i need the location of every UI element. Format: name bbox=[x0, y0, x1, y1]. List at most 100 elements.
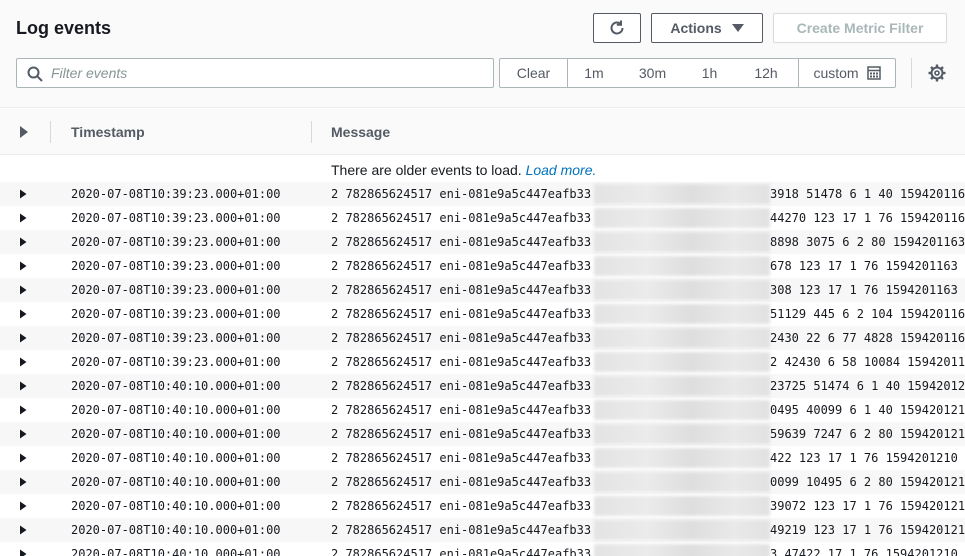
table-row[interactable]: 2020-07-08T10:39:23.000+01:00 2 782865624… bbox=[0, 302, 965, 326]
filter-events-search[interactable] bbox=[16, 58, 494, 88]
range-1m[interactable]: 1m bbox=[568, 59, 620, 87]
table-row[interactable]: 2020-07-08T10:40:10.000+01:00 2 782865624… bbox=[0, 422, 965, 446]
table-row[interactable]: 2020-07-08T10:40:10.000+01:00 2 782865624… bbox=[0, 518, 965, 542]
caret-right-icon[interactable] bbox=[19, 453, 27, 463]
row-message-prefix: 2 782865624517 eni-081e9a5c447eafb33 bbox=[331, 283, 592, 297]
table-header: Timestamp Message bbox=[0, 109, 965, 155]
actions-button[interactable]: Actions bbox=[651, 13, 763, 43]
row-message-prefix: 2 782865624517 eni-081e9a5c447eafb33 bbox=[331, 547, 592, 556]
range-12h[interactable]: 12h bbox=[734, 59, 798, 87]
search-icon bbox=[27, 66, 43, 82]
caret-right-icon[interactable] bbox=[19, 525, 27, 535]
row-timestamp: 2020-07-08T10:39:23.000+01:00 bbox=[71, 235, 281, 249]
table-row[interactable]: 2020-07-08T10:39:23.000+01:00 2 782865624… bbox=[0, 350, 965, 374]
actions-label: Actions bbox=[670, 20, 722, 36]
table-row[interactable]: 2020-07-08T10:40:10.000+01:00 2 782865624… bbox=[0, 542, 965, 556]
expand-all-icon[interactable] bbox=[18, 125, 30, 139]
row-message-suffix: 0099 10495 6 2 80 159420121 bbox=[770, 475, 965, 489]
row-message-suffix: 49219 123 17 1 76 159420121 bbox=[770, 523, 965, 537]
custom-label: custom bbox=[813, 65, 859, 81]
table-row[interactable]: 2020-07-08T10:39:23.000+01:00 2 782865624… bbox=[0, 326, 965, 350]
column-message[interactable]: Message bbox=[331, 124, 390, 140]
table-row[interactable]: 2020-07-08T10:39:23.000+01:00 2 782865624… bbox=[0, 230, 965, 254]
row-message-suffix: 2 42430 6 58 10084 15942011 bbox=[770, 355, 965, 369]
column-timestamp[interactable]: Timestamp bbox=[71, 124, 145, 140]
row-message-prefix: 2 782865624517 eni-081e9a5c447eafb33 bbox=[331, 355, 592, 369]
row-message-suffix: 8898 3075 6 2 80 1594201163 bbox=[770, 235, 965, 249]
row-message-prefix: 2 782865624517 eni-081e9a5c447eafb33 bbox=[331, 451, 592, 465]
caret-right-icon[interactable] bbox=[19, 261, 27, 271]
row-message-suffix: 678 123 17 1 76 1594201163 bbox=[770, 259, 958, 273]
range-custom[interactable]: custom bbox=[798, 59, 895, 87]
row-timestamp: 2020-07-08T10:40:10.000+01:00 bbox=[71, 475, 281, 489]
redacted-ip-blur bbox=[594, 328, 770, 348]
caret-right-icon[interactable] bbox=[19, 309, 27, 319]
row-message-suffix: 2430 22 6 77 4828 159420116 bbox=[770, 331, 965, 345]
toolbar-divider bbox=[911, 58, 912, 88]
redacted-ip-blur bbox=[594, 544, 770, 556]
row-message-prefix: 2 782865624517 eni-081e9a5c447eafb33 bbox=[331, 523, 592, 537]
redacted-ip-blur bbox=[594, 448, 770, 468]
table-row[interactable]: 2020-07-08T10:40:10.000+01:00 2 782865624… bbox=[0, 374, 965, 398]
range-30m[interactable]: 30m bbox=[620, 59, 685, 87]
caret-right-icon[interactable] bbox=[19, 237, 27, 247]
caret-right-icon[interactable] bbox=[19, 477, 27, 487]
page-title: Log events bbox=[16, 18, 112, 38]
gear-icon[interactable] bbox=[928, 64, 946, 82]
log-events-header: Log events Actions Create Metric Filter … bbox=[0, 0, 965, 108]
row-timestamp: 2020-07-08T10:40:10.000+01:00 bbox=[71, 451, 281, 465]
older-events-notice: There are older events to load. Load mor… bbox=[331, 162, 596, 178]
caret-right-icon[interactable] bbox=[19, 405, 27, 415]
row-message-suffix: 3 47422 17 1 76 1594201210 bbox=[770, 547, 958, 556]
caret-right-icon[interactable] bbox=[19, 357, 27, 367]
row-message-prefix: 2 782865624517 eni-081e9a5c447eafb33 bbox=[331, 475, 592, 489]
row-timestamp: 2020-07-08T10:40:10.000+01:00 bbox=[71, 523, 281, 537]
row-message-prefix: 2 782865624517 eni-081e9a5c447eafb33 bbox=[331, 235, 592, 249]
caret-right-icon[interactable] bbox=[19, 213, 27, 223]
time-range-selector: Clear 1m 30m 1h 12h custom bbox=[499, 58, 896, 88]
create-metric-filter-label: Create Metric Filter bbox=[796, 20, 924, 36]
column-divider bbox=[311, 121, 312, 143]
row-timestamp: 2020-07-08T10:39:23.000+01:00 bbox=[71, 187, 281, 201]
load-more-link[interactable]: Load more. bbox=[526, 162, 597, 178]
table-row[interactable]: 2020-07-08T10:39:23.000+01:00 2 782865624… bbox=[0, 182, 965, 206]
search-input[interactable] bbox=[51, 59, 487, 87]
caret-right-icon[interactable] bbox=[19, 333, 27, 343]
caret-right-icon[interactable] bbox=[19, 189, 27, 199]
clear-button[interactable]: Clear bbox=[500, 59, 568, 87]
row-timestamp: 2020-07-08T10:39:23.000+01:00 bbox=[71, 211, 281, 225]
redacted-ip-blur bbox=[594, 256, 770, 276]
caret-right-icon[interactable] bbox=[19, 285, 27, 295]
row-timestamp: 2020-07-08T10:39:23.000+01:00 bbox=[71, 259, 281, 273]
redacted-ip-blur bbox=[594, 184, 770, 204]
create-metric-filter-button[interactable]: Create Metric Filter bbox=[773, 13, 947, 43]
row-timestamp: 2020-07-08T10:40:10.000+01:00 bbox=[71, 427, 281, 441]
caret-right-icon[interactable] bbox=[19, 429, 27, 439]
table-row[interactable]: 2020-07-08T10:40:10.000+01:00 2 782865624… bbox=[0, 494, 965, 518]
row-timestamp: 2020-07-08T10:39:23.000+01:00 bbox=[71, 283, 281, 297]
redacted-ip-blur bbox=[594, 352, 770, 372]
row-timestamp: 2020-07-08T10:39:23.000+01:00 bbox=[71, 355, 281, 369]
range-1h[interactable]: 1h bbox=[685, 59, 734, 87]
table-row[interactable]: 2020-07-08T10:40:10.000+01:00 2 782865624… bbox=[0, 470, 965, 494]
redacted-ip-blur bbox=[594, 208, 770, 228]
table-row[interactable]: 2020-07-08T10:39:23.000+01:00 2 782865624… bbox=[0, 206, 965, 230]
caret-right-icon[interactable] bbox=[19, 549, 27, 556]
redacted-ip-blur bbox=[594, 424, 770, 444]
row-message-suffix: 422 123 17 1 76 1594201210 bbox=[770, 451, 958, 465]
row-timestamp: 2020-07-08T10:40:10.000+01:00 bbox=[71, 403, 281, 417]
refresh-button[interactable] bbox=[593, 13, 641, 43]
row-message-suffix: 39072 123 17 1 76 159420121 bbox=[770, 499, 965, 513]
table-row[interactable]: 2020-07-08T10:40:10.000+01:00 2 782865624… bbox=[0, 398, 965, 422]
table-row[interactable]: 2020-07-08T10:39:23.000+01:00 2 782865624… bbox=[0, 254, 965, 278]
row-message-prefix: 2 782865624517 eni-081e9a5c447eafb33 bbox=[331, 379, 592, 393]
table-row[interactable]: 2020-07-08T10:39:23.000+01:00 2 782865624… bbox=[0, 278, 965, 302]
redacted-ip-blur bbox=[594, 472, 770, 492]
row-message-suffix: 23725 51474 6 1 40 15942012 bbox=[770, 379, 965, 393]
caret-right-icon[interactable] bbox=[19, 501, 27, 511]
redacted-ip-blur bbox=[594, 304, 770, 324]
redacted-ip-blur bbox=[594, 376, 770, 396]
table-row[interactable]: 2020-07-08T10:40:10.000+01:00 2 782865624… bbox=[0, 446, 965, 470]
row-timestamp: 2020-07-08T10:39:23.000+01:00 bbox=[71, 307, 281, 321]
caret-right-icon[interactable] bbox=[19, 381, 27, 391]
